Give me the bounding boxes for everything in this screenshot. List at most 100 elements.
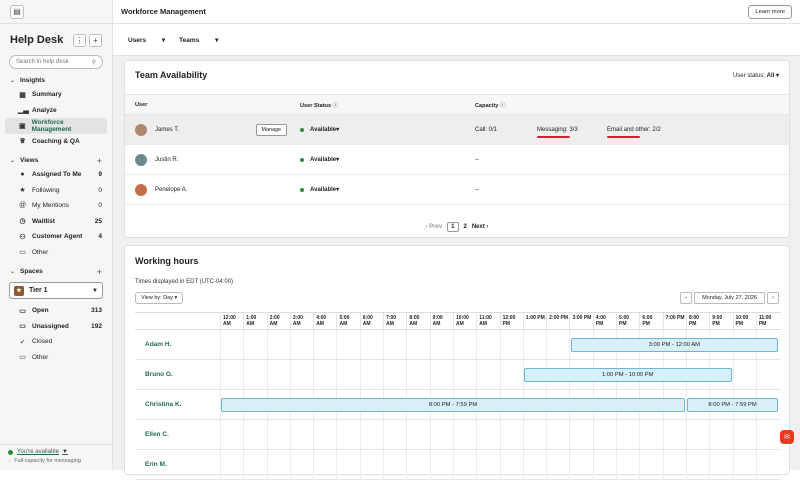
more-options-icon[interactable]: ⋮ — [73, 33, 86, 47]
hour-label: 9:00 PM — [709, 313, 732, 329]
section-insights[interactable]: ⌄ Insights — [0, 74, 112, 87]
add-space-icon[interactable]: + — [97, 267, 102, 277]
prev-page-button[interactable]: ‹ Prev — [425, 224, 442, 230]
chevron-down-icon: ⌄ — [10, 269, 16, 275]
tier-select[interactable]: ★ Tier 1 ▼ — [9, 282, 103, 299]
caret-down-icon: ▼ — [92, 287, 98, 294]
feedback-icon[interactable]: ✉ — [780, 430, 794, 444]
status-dot-icon — [8, 449, 13, 455]
section-views[interactable]: ⌄ Views + — [0, 154, 112, 167]
user-name: Penelope A. — [155, 186, 188, 193]
sidebar-item-unassigned[interactable]: ▭ Unassigned 192 — [5, 319, 107, 335]
learn-more-button[interactable]: Learn more — [748, 4, 792, 19]
table-row[interactable]: Penelope A. Available ▾ -- — [125, 175, 789, 205]
at-icon: @ — [18, 202, 27, 210]
caret-down-icon: ▼ — [61, 449, 68, 455]
search-icon: ⚲ — [91, 59, 96, 66]
view-by-select[interactable]: View by: Day ▾ — [135, 292, 184, 304]
agent-name-link[interactable]: Ellen C. — [135, 420, 220, 449]
sidebar-item-waitlist[interactable]: ◷ Waitlist 25 — [5, 214, 107, 230]
schedule-row: Bruno G. 1:00 PM - 10:00 PM — [135, 360, 781, 390]
clock-icon: ◷ — [19, 218, 26, 226]
user-status-filter[interactable]: All ▾ — [767, 73, 779, 79]
user-status-select[interactable]: Available ▾ — [300, 186, 475, 193]
agent-icon: ⚇ — [19, 233, 26, 241]
table-row[interactable]: James T. Manage Available ▾ Call: 0/1 Messag… — [125, 115, 789, 145]
sidebar-item-other-views[interactable]: ▭ Other — [5, 245, 107, 261]
shift-block[interactable]: 8:00 PM - 7:59 PM — [221, 398, 685, 412]
status-dot-icon — [300, 157, 304, 162]
schedule-row: Erin M. — [135, 450, 781, 480]
avatar — [135, 153, 147, 166]
agent-name-link[interactable]: Bruno G. — [135, 360, 220, 389]
hour-label: 8:00 AM — [406, 313, 429, 329]
hour-label: 5:00 PM — [616, 313, 639, 329]
shift-block[interactable]: 3:00 PM - 12:00 AM — [570, 338, 779, 352]
inbox-icon: ▭ — [19, 307, 26, 315]
user-status-select[interactable]: Available ▾ — [300, 126, 475, 133]
teams-menu[interactable]: Teams ▾ — [179, 36, 218, 44]
folder-icon: ▭ — [19, 354, 26, 362]
manage-button[interactable]: Manage — [255, 123, 287, 136]
sidebar-item-customer-agent[interactable]: ⚇ Customer Agent 4 — [5, 229, 107, 245]
folder-icon: ▭ — [19, 249, 26, 257]
caret-down-icon: ▾ — [336, 157, 340, 163]
next-day-button[interactable]: › — [767, 292, 779, 304]
hour-label: 2:00 AM — [266, 313, 290, 329]
avatar — [135, 183, 147, 196]
page-2-button[interactable]: 2 — [464, 224, 467, 230]
sidebar-item-assigned-to-me[interactable]: ● Assigned To Me 9 — [5, 167, 107, 183]
hour-label: 11:00 AM — [476, 313, 499, 329]
coaching-icon: ♕ — [19, 138, 26, 146]
capacity-full-bar — [537, 135, 570, 138]
sidebar-item-closed[interactable]: ✓ Closed — [5, 334, 107, 350]
add-icon[interactable]: + — [89, 33, 102, 47]
sidebar-title: Help Desk — [10, 34, 64, 46]
next-page-button[interactable]: Next › — [472, 224, 489, 230]
availability-status[interactable]: You're available ▼ ◌ Full capacity for mes… — [0, 444, 113, 470]
sidebar-item-workforce-management[interactable]: ▣ Workforce Management — [5, 118, 107, 134]
avatar-icon: ● — [20, 171, 25, 179]
hour-label: 7:00 AM — [383, 313, 406, 329]
add-view-icon[interactable]: + — [97, 156, 102, 166]
hour-label: 3:00 PM — [569, 313, 592, 329]
messaging-icon: ◌ — [8, 458, 12, 464]
agent-name-link[interactable]: Adam H. — [135, 330, 220, 359]
sidebar-item-summary[interactable]: ▦ Summary — [5, 87, 107, 103]
capacity-messaging: Messaging: 3/3 — [537, 126, 578, 133]
schedule-row: Ellen C. — [135, 420, 781, 450]
check-icon: ✓ — [19, 338, 26, 346]
prev-day-button[interactable]: ‹ — [680, 292, 693, 304]
chevron-down-icon: ⌄ — [10, 158, 16, 164]
shift-block[interactable]: 1:00 PM - 10:00 PM — [523, 368, 732, 382]
table-row[interactable]: Justin R. Available ▾ -- — [125, 145, 789, 175]
user-name: Justin R. — [155, 156, 179, 163]
user-status-select[interactable]: Available ▾ — [300, 156, 475, 163]
page-1-button[interactable]: 1 — [447, 222, 459, 232]
sidebar-item-other-spaces[interactable]: ▭ Other — [5, 350, 107, 366]
search-input[interactable]: Search in help desk ⚲ — [9, 55, 103, 69]
sidebar-item-open[interactable]: ▭ Open 313 — [5, 303, 107, 319]
shift-block[interactable]: 8:00 PM - 7:59 PM — [687, 398, 779, 412]
section-spaces[interactable]: ⌄ Spaces + — [0, 265, 112, 278]
summary-icon: ▦ — [19, 91, 26, 99]
sidebar-item-following[interactable]: ★ Following 0 — [5, 183, 107, 199]
agent-name-link[interactable]: Erin M. — [135, 450, 220, 479]
sidebar-item-my-mentions[interactable]: @ My Mentions 0 — [5, 198, 107, 214]
agent-name-link[interactable]: Christina K. — [135, 390, 220, 419]
hour-label: 6:00 PM — [639, 313, 662, 329]
avatar — [135, 123, 147, 136]
working-hours-card: Working hours Times displayed in EDT (UT… — [124, 245, 790, 480]
main-content: Workforce Management Learn more Users ▾ … — [113, 0, 800, 480]
hour-label: 6:00 AM — [359, 313, 383, 329]
sidebar-item-analyze[interactable]: ▁▃ Analyze — [5, 103, 107, 119]
hour-label: 10:00 PM — [732, 313, 756, 329]
capacity-full-bar — [607, 135, 640, 138]
sidebar-toggle-icon[interactable]: ▤ — [10, 4, 24, 19]
hour-label: 3:00 AM — [289, 313, 313, 329]
hour-label: 1:00 AM — [243, 313, 266, 329]
schedule-row: Adam H. 3:00 PM - 12:00 AM — [135, 330, 781, 360]
sidebar-item-coaching-qa[interactable]: ♕ Coaching & QA — [5, 134, 107, 150]
hour-label: 11:00 PM — [755, 313, 779, 329]
users-menu[interactable]: Users ▾ — [128, 36, 165, 44]
